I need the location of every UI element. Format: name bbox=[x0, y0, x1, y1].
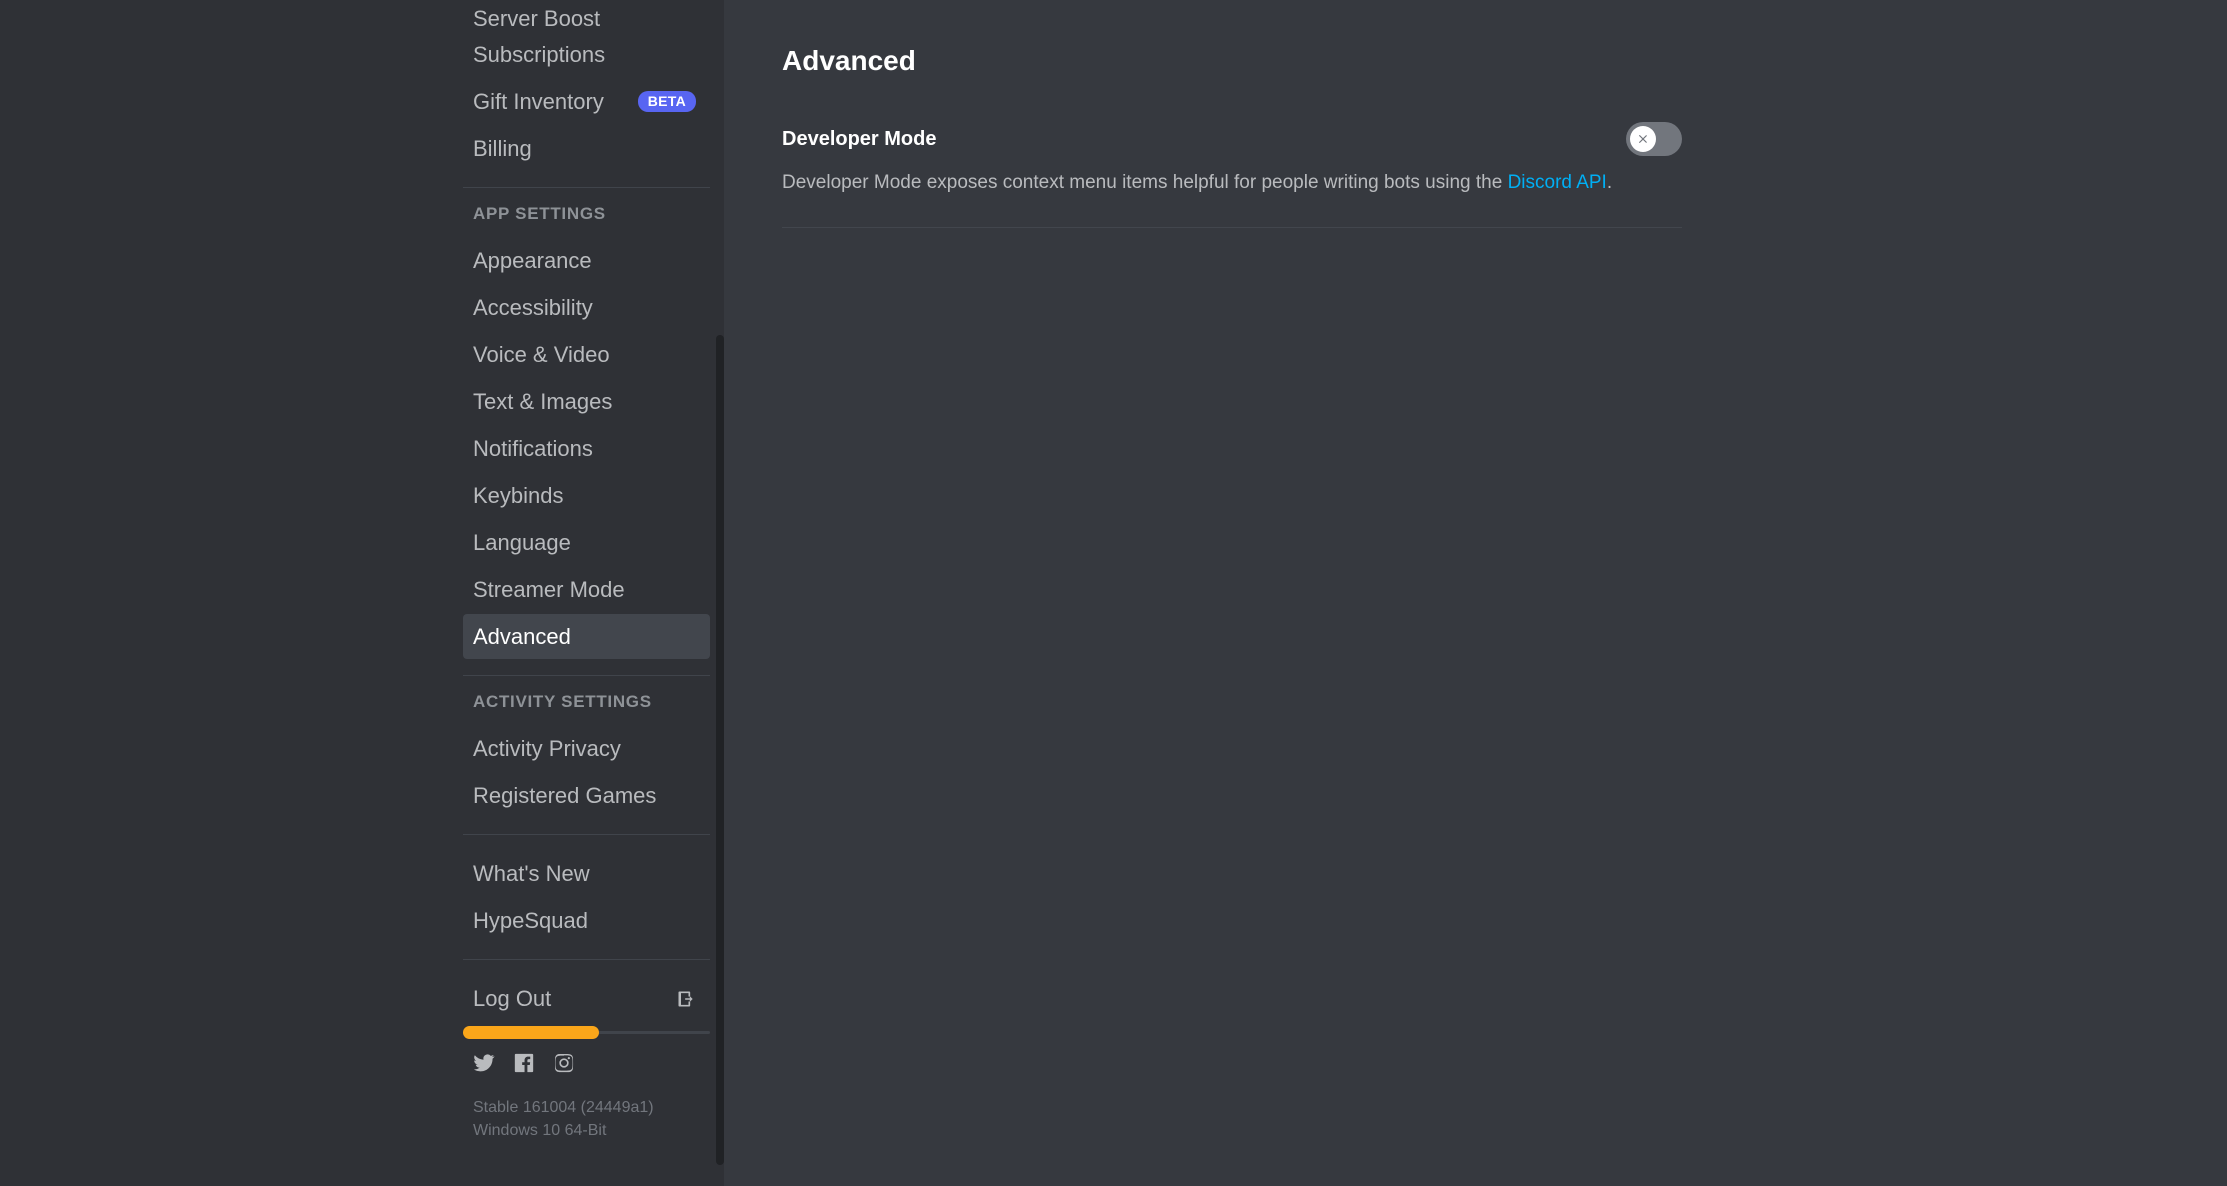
sidebar-item-server-boost[interactable]: Server Boost bbox=[463, 0, 710, 30]
boost-progress-fill bbox=[463, 1026, 599, 1039]
sidebar-item-label: Gift Inventory bbox=[473, 88, 604, 114]
toggle-knob bbox=[1630, 125, 1656, 152]
sidebar-item-advanced[interactable]: Advanced bbox=[463, 614, 710, 659]
description-text-before: Developer Mode exposes context menu item… bbox=[782, 171, 1508, 193]
toggle-off-x-icon bbox=[1639, 134, 1647, 143]
content-divider bbox=[782, 227, 1682, 229]
settings-sidebar: Server Boost Subscriptions Gift Inventor… bbox=[463, 0, 724, 1186]
sidebar-item-label: Voice & Video bbox=[473, 341, 610, 367]
developer-mode-label: Developer Mode bbox=[782, 127, 937, 150]
twitter-icon[interactable] bbox=[473, 1052, 495, 1074]
sidebar-item-streamer-mode[interactable]: Streamer Mode bbox=[463, 567, 710, 612]
developer-mode-description: Developer Mode exposes context menu item… bbox=[782, 170, 1682, 197]
sidebar-item-gift-inventory[interactable]: Gift Inventory BETA bbox=[463, 79, 710, 124]
version-platform: Windows 10 64-Bit bbox=[473, 1122, 607, 1140]
sidebar-item-label: Registered Games bbox=[473, 782, 657, 808]
logout-arrow-icon bbox=[676, 989, 696, 1009]
sidebar-item-label: Advanced bbox=[473, 623, 571, 649]
sidebar-item-label: What's New bbox=[473, 860, 590, 886]
sidebar-item-label: Appearance bbox=[473, 247, 592, 273]
sidebar-divider-4 bbox=[463, 959, 710, 960]
discord-api-link[interactable]: Discord API bbox=[1508, 172, 1607, 193]
sidebar-item-label: Accessibility bbox=[473, 294, 593, 320]
sidebar-item-label: Activity Privacy bbox=[473, 735, 621, 761]
boost-progress-track bbox=[463, 1026, 710, 1039]
facebook-icon[interactable] bbox=[513, 1052, 535, 1074]
sidebar-item-keybinds[interactable]: Keybinds bbox=[463, 473, 710, 518]
sidebar-item-label: Text & Images bbox=[473, 388, 613, 414]
sidebar-item-text-and-images[interactable]: Text & Images bbox=[463, 379, 710, 424]
content-column: Advanced Developer Mode Developer Mode e… bbox=[782, 44, 1682, 229]
social-links-row bbox=[463, 1034, 710, 1074]
sidebar-item-hypesquad[interactable]: HypeSquad bbox=[463, 898, 710, 943]
version-info: Stable 161004 (24449a1) Windows 10 64-Bi… bbox=[463, 1074, 710, 1142]
sidebar-item-label: Keybinds bbox=[473, 482, 564, 508]
sidebar-inner: Server Boost Subscriptions Gift Inventor… bbox=[463, 0, 710, 1142]
sidebar-item-billing[interactable]: Billing bbox=[463, 126, 710, 171]
sidebar-item-label: HypeSquad bbox=[473, 907, 588, 933]
sidebar-item-appearance[interactable]: Appearance bbox=[463, 238, 710, 283]
sidebar-item-subscriptions[interactable]: Subscriptions bbox=[463, 32, 710, 77]
instagram-icon[interactable] bbox=[553, 1052, 575, 1074]
section-header-app-settings: APP SETTINGS bbox=[473, 204, 606, 223]
version-build: Stable 161004 (24449a1) bbox=[473, 1099, 654, 1116]
sidebar-item-language[interactable]: Language bbox=[463, 520, 710, 565]
developer-mode-toggle[interactable] bbox=[1626, 121, 1682, 156]
sidebar-divider-2 bbox=[463, 675, 710, 676]
left-gutter bbox=[0, 0, 463, 1186]
description-text-after: . bbox=[1606, 171, 1613, 193]
log-out-label: Log Out bbox=[473, 985, 552, 1011]
log-out-button[interactable]: Log Out bbox=[463, 976, 710, 1021]
sidebar-item-whats-new[interactable]: What's New bbox=[463, 851, 710, 896]
beta-badge: BETA bbox=[637, 91, 696, 112]
sidebar-item-voice-and-video[interactable]: Voice & Video bbox=[463, 332, 710, 377]
sidebar-item-accessibility[interactable]: Accessibility bbox=[463, 285, 710, 330]
sidebar-item-label: Billing bbox=[473, 135, 532, 161]
sidebar-item-label: Server Boost bbox=[473, 6, 601, 30]
page-title: Advanced bbox=[782, 45, 916, 76]
sidebar-item-notifications[interactable]: Notifications bbox=[463, 426, 710, 471]
sidebar-item-label: Language bbox=[473, 529, 571, 555]
settings-window: Server Boost Subscriptions Gift Inventor… bbox=[0, 0, 2227, 1186]
developer-mode-row: Developer Mode bbox=[782, 121, 1682, 156]
sidebar-item-activity-privacy[interactable]: Activity Privacy bbox=[463, 726, 710, 771]
settings-content: Advanced Developer Mode Developer Mode e… bbox=[724, 0, 2227, 1186]
sidebar-item-label: Subscriptions bbox=[473, 41, 606, 67]
section-header-activity-settings: ACTIVITY SETTINGS bbox=[473, 692, 652, 711]
sidebar-item-registered-games[interactable]: Registered Games bbox=[463, 773, 710, 818]
sidebar-item-label: Streamer Mode bbox=[473, 576, 625, 602]
sidebar-item-label: Notifications bbox=[473, 435, 593, 461]
sidebar-scrollbar[interactable] bbox=[716, 335, 724, 1165]
sidebar-divider-1 bbox=[463, 187, 710, 188]
sidebar-divider-3 bbox=[463, 834, 710, 835]
